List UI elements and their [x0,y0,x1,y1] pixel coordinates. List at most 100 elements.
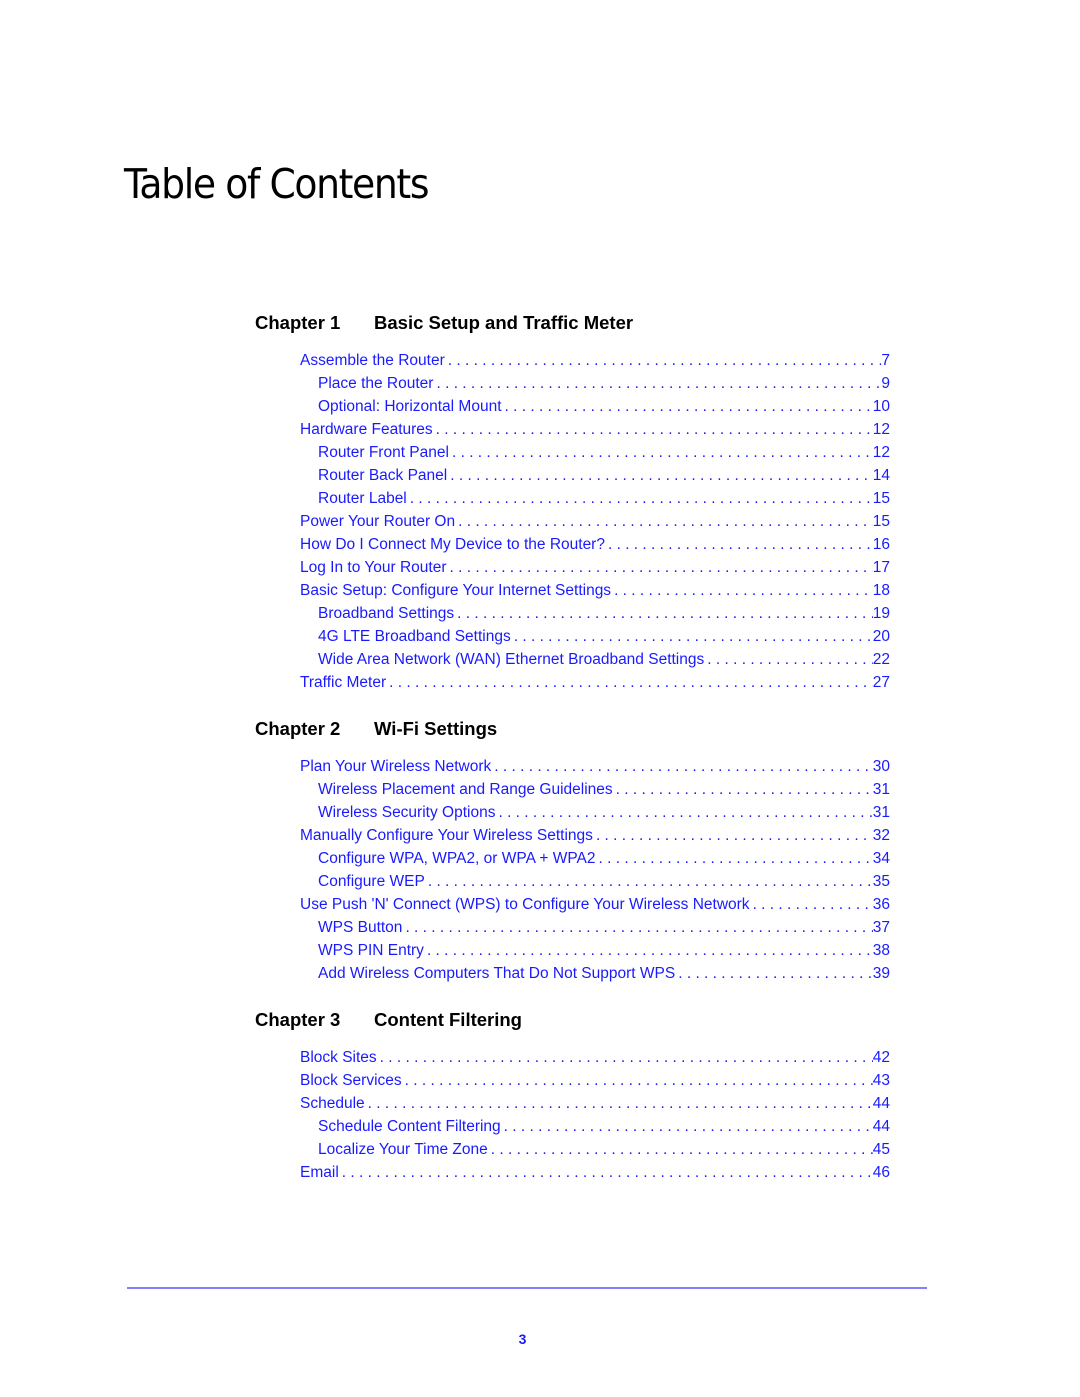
dot-leader [433,418,873,441]
toc-entry-link[interactable]: Traffic Meter 27 [300,671,890,694]
chapter-number: Chapter 3 [255,1009,341,1030]
toc-entry-link[interactable]: Block Sites 42 [300,1046,890,1069]
toc-entry-link[interactable]: Basic Setup: Configure Your Internet Set… [300,579,890,602]
toc-entry-label: Use Push 'N' Connect (WPS) to Configure … [300,896,750,913]
toc-entry-link[interactable]: Router Back Panel 14 [300,464,890,487]
toc-entry-link[interactable]: Log In to Your Router 17 [300,556,890,579]
toc-entry-page-number: 22 [872,651,890,668]
chapter-2-heading: Chapter 2 Wi-Fi Settings [255,718,497,740]
toc-entry-page-number: 10 [872,398,890,415]
toc-entry-page-number: 12 [872,444,890,461]
toc-entry-label: Assemble the Router [300,352,445,369]
toc-entry-link[interactable]: Configure WEP 35 [300,870,890,893]
toc-entry-link[interactable]: Broadband Settings 19 [300,602,890,625]
dot-leader [491,755,873,778]
toc-entry-link[interactable]: Configure WPA, WPA2, or WPA + WPA2 34 [300,847,890,870]
dot-leader [495,801,872,824]
toc-entry-link[interactable]: Optional: Horizontal Mount 10 [300,395,890,418]
dot-leader [402,1069,873,1092]
toc-entry-link[interactable]: Email 46 [300,1161,890,1184]
toc-entry-label: Plan Your Wireless Network [300,758,492,775]
toc-entry-link[interactable]: Power Your Router On 15 [300,510,890,533]
chapter-title: Basic Setup and Traffic Meter [374,312,634,333]
page-title: Table of Contents [124,160,429,208]
dot-leader [445,349,882,372]
dot-leader [488,1138,873,1161]
toc-entry-label: Schedule [300,1095,365,1112]
toc-entry-page-number: 27 [872,674,890,691]
dot-leader [447,556,873,579]
toc-entry-link[interactable]: Wide Area Network (WAN) Ethernet Broadba… [300,648,890,671]
toc-entry-link[interactable]: Use Push 'N' Connect (WPS) to Configure … [300,893,890,916]
toc-entry-label: Configure WPA, WPA2, or WPA + WPA2 [318,850,596,867]
chapter-3-entries: Block Sites42Block Services43Schedule44S… [300,1046,890,1184]
dot-leader [386,671,873,694]
toc-entry-label: Place the Router [318,375,434,392]
dot-leader [704,648,873,671]
toc-entry-page-number: 7 [881,352,890,369]
chapter-title: Wi-Fi Settings [374,718,498,739]
toc-entry-page-number: 18 [872,582,890,599]
toc-entry-label: Log In to Your Router [300,559,447,576]
toc-entry-link[interactable]: Localize Your Time Zone 45 [300,1138,890,1161]
chapter-1-heading: Chapter 1 Basic Setup and Traffic Meter [255,312,633,334]
toc-entry-page-number: 37 [872,919,890,936]
dot-leader [433,372,881,395]
toc-entry-link[interactable]: Schedule 44 [300,1092,890,1115]
dot-leader [596,847,873,870]
toc-entry-page-number: 19 [872,605,890,622]
toc-entry-label: Router Label [318,490,407,507]
toc-entry-page-number: 9 [881,375,890,392]
footer-divider [127,1287,927,1289]
toc-entry-label: Localize Your Time Zone [318,1141,488,1158]
toc-entry-page-number: 30 [872,758,890,775]
toc-entry-link[interactable]: Block Services 43 [300,1069,890,1092]
dot-leader [611,579,873,602]
dot-leader [425,870,873,893]
toc-entry-page-number: 39 [872,965,890,982]
toc-entry-link[interactable]: Router Label 15 [300,487,890,510]
toc-entry-link[interactable]: Add Wireless Computers That Do Not Suppo… [300,962,890,985]
toc-entry-label: Broadband Settings [318,605,455,622]
toc-entry-label: Hardware Features [300,421,433,438]
toc-entry-page-number: 12 [872,421,890,438]
chapter-number: Chapter 2 [255,718,341,739]
chapter-1-entries: Assemble the Router 7 Place the Router 9 Opt… [300,349,890,694]
chapter-title: Content Filtering [374,1009,522,1030]
toc-entry-link[interactable]: 4G LTE Broadband Settings 20 [300,625,890,648]
dot-leader [424,939,873,962]
dot-leader [402,916,872,939]
toc-entry-page-number: 38 [872,942,890,959]
toc-entry-label: Wireless Security Options [318,804,496,821]
toc-entry-page-number: 42 [872,1049,890,1066]
toc-entry-link[interactable]: Place the Router 9 [300,372,890,395]
toc-entry-link[interactable]: Manually Configure Your Wireless Setting… [300,824,890,847]
toc-entry-link[interactable]: WPS PIN Entry 38 [300,939,890,962]
toc-entry-label: Optional: Horizontal Mount [318,398,502,415]
toc-entry-page-number: 16 [872,536,890,553]
toc-entry-page-number: 44 [872,1095,890,1112]
dot-leader [449,441,873,464]
toc-entry-link[interactable]: Wireless Placement and Range Guidelines 3… [300,778,890,801]
toc-entry-link[interactable]: Router Front Panel 12 [300,441,890,464]
dot-leader [502,395,873,418]
toc-entry-label: Add Wireless Computers That Do Not Suppo… [318,965,676,982]
toc-entry-label: Power Your Router On [300,513,456,530]
toc-entry-link[interactable]: Assemble the Router 7 [300,349,890,372]
toc-entry-page-number: 34 [872,850,890,867]
toc-entry-link[interactable]: Wireless Security Options 31 [300,801,890,824]
dot-leader [365,1092,873,1115]
toc-entry-page-number: 15 [872,513,890,530]
toc-entry-label: Schedule Content Filtering [318,1118,501,1135]
dot-leader [339,1161,873,1184]
toc-entry-label: Router Front Panel [318,444,449,461]
toc-entry-link[interactable]: Plan Your Wireless Network 30 [300,755,890,778]
toc-entry-link[interactable]: Hardware Features 12 [300,418,890,441]
toc-entry-link[interactable]: Schedule Content Filtering 44 [300,1115,890,1138]
toc-entry-link[interactable]: How Do I Connect My Device to the Router… [300,533,890,556]
toc-entry-page-number: 46 [872,1164,890,1181]
dot-leader [605,533,873,556]
dot-leader [454,602,873,625]
toc-entry-link[interactable]: WPS Button 37 [300,916,890,939]
toc-entry-label: WPS PIN Entry [318,942,424,959]
